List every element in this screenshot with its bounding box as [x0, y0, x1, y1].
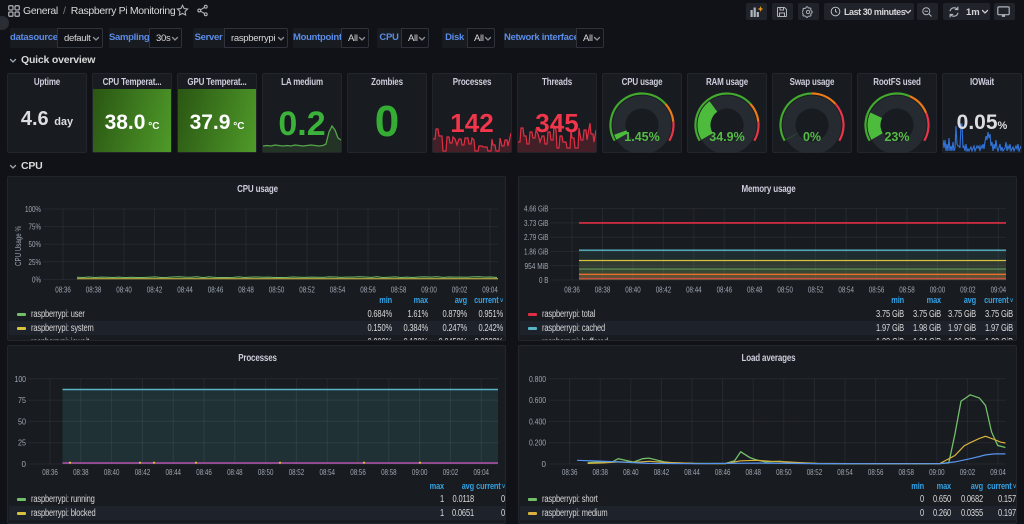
- svg-text:09:02: 09:02: [960, 467, 976, 477]
- svg-text:08:56: 08:56: [360, 285, 376, 295]
- svg-text:CPU Usage %: CPU Usage %: [13, 226, 23, 266]
- svg-text:09:02: 09:02: [443, 467, 459, 477]
- svg-text:08:54: 08:54: [320, 467, 336, 477]
- svg-text:08:46: 08:46: [208, 285, 224, 295]
- svg-text:08:58: 08:58: [899, 467, 915, 477]
- svg-text:08:40: 08:40: [116, 285, 132, 295]
- svg-text:09:04: 09:04: [991, 285, 1007, 295]
- svg-text:08:42: 08:42: [147, 285, 163, 295]
- svg-text:0%: 0%: [32, 274, 41, 284]
- svg-text:09:04: 09:04: [482, 285, 498, 295]
- svg-text:08:56: 08:56: [350, 467, 366, 477]
- svg-text:08:50: 08:50: [776, 467, 792, 477]
- svg-text:09:00: 09:00: [412, 467, 428, 477]
- svg-text:08:40: 08:40: [623, 467, 639, 477]
- svg-text:08:58: 08:58: [391, 285, 407, 295]
- svg-text:75: 75: [18, 395, 26, 405]
- svg-text:08:36: 08:36: [42, 467, 58, 477]
- svg-text:09:04: 09:04: [990, 467, 1006, 477]
- svg-text:954 MiB: 954 MiB: [525, 261, 549, 271]
- svg-text:09:00: 09:00: [421, 285, 437, 295]
- svg-text:1.45%: 1.45%: [624, 130, 659, 144]
- svg-text:08:38: 08:38: [86, 285, 102, 295]
- svg-text:08:36: 08:36: [55, 285, 71, 295]
- svg-text:08:44: 08:44: [686, 285, 702, 295]
- svg-text:09:02: 09:02: [452, 285, 468, 295]
- svg-text:0: 0: [542, 459, 547, 469]
- svg-text:08:38: 08:38: [593, 467, 609, 477]
- svg-text:0%: 0%: [803, 130, 821, 144]
- svg-text:25%: 25%: [29, 257, 42, 267]
- svg-text:0.200: 0.200: [529, 438, 546, 448]
- svg-text:08:40: 08:40: [104, 467, 120, 477]
- svg-text:08:52: 08:52: [808, 285, 824, 295]
- svg-text:08:58: 08:58: [899, 285, 915, 295]
- svg-text:08:44: 08:44: [166, 467, 182, 477]
- svg-text:08:42: 08:42: [654, 467, 670, 477]
- svg-text:100: 100: [15, 374, 27, 384]
- svg-text:1.86 GiB: 1.86 GiB: [524, 247, 549, 257]
- svg-text:08:44: 08:44: [684, 467, 700, 477]
- svg-text:25: 25: [18, 438, 26, 448]
- svg-text:08:50: 08:50: [258, 467, 274, 477]
- svg-text:08:48: 08:48: [747, 285, 763, 295]
- svg-text:08:40: 08:40: [625, 285, 641, 295]
- svg-text:08:48: 08:48: [238, 285, 254, 295]
- svg-text:08:54: 08:54: [838, 285, 854, 295]
- svg-text:08:42: 08:42: [656, 285, 672, 295]
- svg-text:0: 0: [22, 459, 27, 469]
- svg-text:08:52: 08:52: [299, 285, 315, 295]
- svg-text:08:46: 08:46: [715, 467, 731, 477]
- svg-text:08:46: 08:46: [196, 467, 212, 477]
- svg-text:0.600: 0.600: [529, 395, 546, 405]
- svg-text:08:50: 08:50: [777, 285, 793, 295]
- svg-text:08:56: 08:56: [868, 467, 884, 477]
- svg-text:08:46: 08:46: [717, 285, 733, 295]
- svg-text:75%: 75%: [29, 222, 42, 232]
- svg-text:09:00: 09:00: [929, 467, 945, 477]
- svg-text:0.400: 0.400: [529, 416, 546, 426]
- svg-text:08:48: 08:48: [227, 467, 243, 477]
- svg-text:08:48: 08:48: [746, 467, 762, 477]
- svg-text:0 B: 0 B: [539, 275, 549, 285]
- svg-text:50%: 50%: [29, 239, 42, 249]
- svg-text:08:36: 08:36: [562, 467, 578, 477]
- svg-text:08:50: 08:50: [269, 285, 285, 295]
- svg-text:50: 50: [18, 416, 26, 426]
- svg-text:08:58: 08:58: [381, 467, 397, 477]
- svg-text:09:02: 09:02: [960, 285, 976, 295]
- svg-text:23%: 23%: [884, 130, 909, 144]
- svg-text:08:54: 08:54: [330, 285, 346, 295]
- svg-text:08:52: 08:52: [807, 467, 823, 477]
- svg-text:08:36: 08:36: [564, 285, 580, 295]
- svg-text:08:38: 08:38: [595, 285, 611, 295]
- svg-text:08:42: 08:42: [135, 467, 151, 477]
- svg-text:08:54: 08:54: [837, 467, 853, 477]
- svg-text:34.9%: 34.9%: [709, 130, 744, 144]
- svg-text:0.800: 0.800: [529, 374, 546, 384]
- svg-text:08:44: 08:44: [177, 285, 193, 295]
- svg-text:3.73 GiB: 3.73 GiB: [524, 218, 549, 228]
- svg-text:100%: 100%: [25, 204, 41, 214]
- svg-text:2.79 GiB: 2.79 GiB: [524, 232, 549, 242]
- svg-text:08:38: 08:38: [73, 467, 89, 477]
- svg-text:09:00: 09:00: [930, 285, 946, 295]
- svg-text:09:04: 09:04: [474, 467, 490, 477]
- svg-text:08:52: 08:52: [289, 467, 305, 477]
- svg-text:08:56: 08:56: [869, 285, 885, 295]
- svg-text:4.66 GiB: 4.66 GiB: [524, 204, 549, 214]
